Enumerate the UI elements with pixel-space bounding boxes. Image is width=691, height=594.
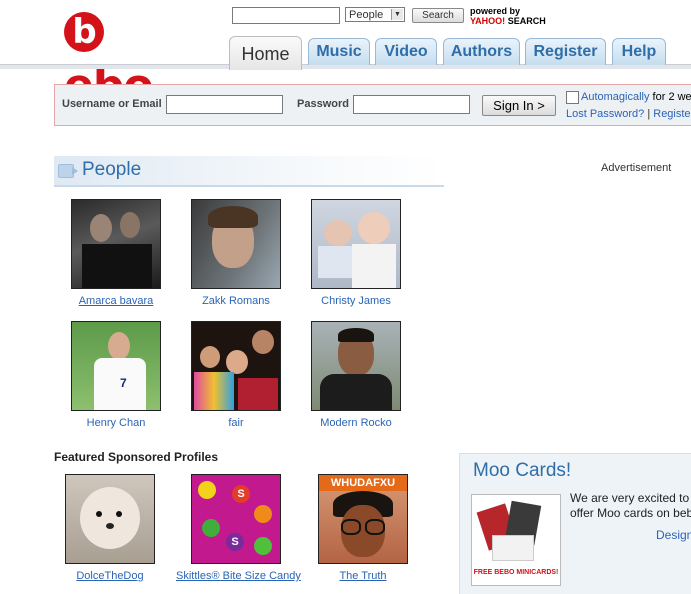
tab-home[interactable]: Home [229, 36, 302, 70]
password-label: Password [297, 98, 349, 110]
moo-title: Moo Cards! [473, 460, 572, 481]
moo-cards-image[interactable]: FREE BEBO MINICARDS! [471, 494, 561, 586]
people-title: People [82, 159, 142, 180]
profile-name[interactable]: fair [176, 417, 296, 429]
password-input[interactable] [353, 95, 470, 114]
login-bar: Username or Email Password Sign In > Aut… [54, 84, 691, 126]
remember-duration: for 2 weeks [652, 91, 691, 103]
sponsored-card[interactable]: DolceTheDog [50, 474, 170, 582]
remember-text: Automagically for 2 weeks [581, 91, 691, 103]
profile-photo[interactable]: 7 [71, 321, 161, 411]
dropdown-arrow-icon: ▼ [391, 9, 403, 20]
tab-music[interactable]: Music [308, 38, 370, 65]
sponsored-card[interactable]: S S Skittles® Bite Size Candy [176, 474, 301, 582]
username-input[interactable] [166, 95, 283, 114]
sponsored-name[interactable]: The Truth [303, 570, 423, 582]
link-separator: | [647, 108, 651, 120]
tab-video[interactable]: Video [375, 38, 437, 65]
logo-mark: b [64, 12, 104, 52]
sponsored-card[interactable]: WHUDAFXU The Truth [303, 474, 423, 582]
tab-register[interactable]: Register [525, 38, 606, 65]
profile-name[interactable]: Amarca bavara [56, 295, 176, 307]
advertisement-label: Advertisement [601, 162, 672, 174]
profile-card[interactable]: 7 Henry Chan [56, 321, 176, 429]
sponsored-photo[interactable]: S S [191, 474, 281, 564]
sign-in-button[interactable]: Sign In > [482, 95, 556, 116]
sponsored-photo[interactable]: WHUDAFXU [318, 474, 408, 564]
tab-help[interactable]: Help [612, 38, 666, 65]
profile-card[interactable]: fair [176, 321, 296, 429]
profile-card[interactable]: Amarca bavara [56, 199, 176, 307]
sponsored-name[interactable]: Skittles® Bite Size Candy [176, 570, 301, 582]
automagically-link[interactable]: Automagically [581, 91, 649, 103]
search-input[interactable] [232, 7, 340, 24]
profile-name[interactable]: Christy James [296, 295, 416, 307]
profile-photo[interactable] [311, 321, 401, 411]
profile-card[interactable]: Modern Rocko [296, 321, 416, 429]
username-label: Username or Email [62, 98, 162, 110]
profile-name[interactable]: Zakk Romans [176, 295, 296, 307]
moo-image-caption: FREE BEBO MINICARDS! [473, 569, 559, 576]
profile-photo[interactable] [71, 199, 161, 289]
banner-text: WHUDAFXU [319, 475, 407, 491]
login-links: Lost Password? | Register [566, 108, 691, 120]
search-type-select[interactable]: People ▼ [345, 7, 405, 22]
yahoo-logo: YAHOO! [470, 16, 506, 26]
register-link[interactable]: Register [653, 108, 691, 120]
profile-photo[interactable] [311, 199, 401, 289]
arrow-icon [58, 164, 78, 178]
people-header: People [54, 156, 444, 187]
tab-authors[interactable]: Authors [443, 38, 520, 65]
profile-name[interactable]: Modern Rocko [296, 417, 416, 429]
remember-checkbox[interactable] [566, 91, 579, 104]
profile-photo[interactable] [191, 321, 281, 411]
sponsored-name[interactable]: DolceTheDog [50, 570, 170, 582]
search-button[interactable]: Search [412, 8, 464, 23]
sponsored-photo[interactable] [65, 474, 155, 564]
profile-card[interactable]: Zakk Romans [176, 199, 296, 307]
search-word: SEARCH [507, 16, 546, 26]
profile-name[interactable]: Henry Chan [56, 417, 176, 429]
lost-password-link[interactable]: Lost Password? [566, 108, 644, 120]
bebo-logo[interactable]: bebo [64, 8, 194, 111]
featured-title: Featured Sponsored Profiles [54, 450, 219, 464]
moo-design-link[interactable]: Design [656, 528, 691, 542]
profile-card[interactable]: Christy James [296, 199, 416, 307]
moo-cards-panel: Moo Cards! FREE BEBO MINICARDS! We are v… [459, 453, 691, 594]
search-type-value: People [349, 9, 384, 21]
moo-description: We are very excited to offer Moo cards o… [570, 491, 691, 520]
powered-by-yahoo: powered by YAHOO! SEARCH [470, 6, 546, 26]
profile-photo[interactable] [191, 199, 281, 289]
powered-by-text: powered by [470, 6, 521, 16]
